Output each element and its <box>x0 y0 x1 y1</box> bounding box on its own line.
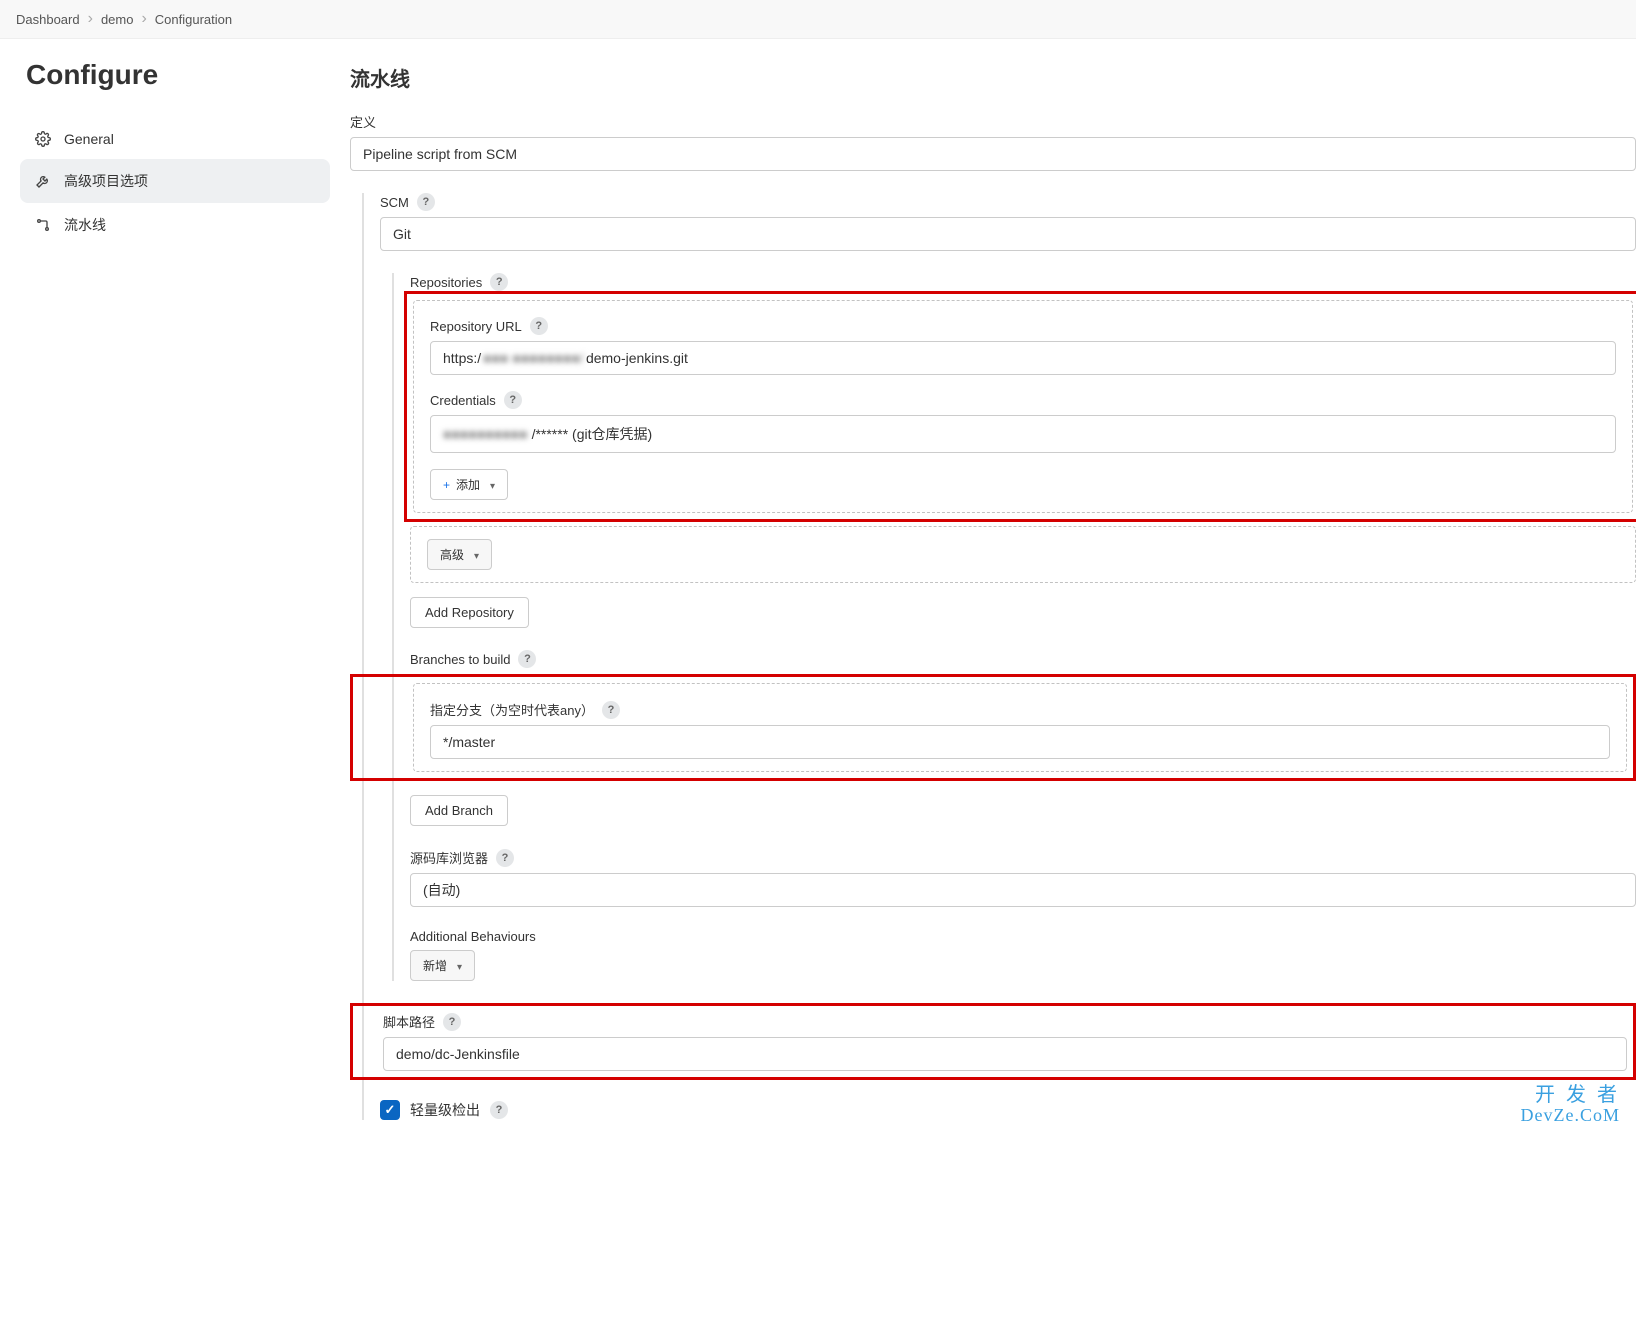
breadcrumb-item[interactable]: demo <box>101 12 134 27</box>
definition-select[interactable]: Pipeline script from SCM <box>350 137 1636 171</box>
help-icon[interactable]: ? <box>490 1101 508 1119</box>
lightweight-checkout-checkbox[interactable]: ✓ <box>380 1100 400 1120</box>
branch-box: 指定分支（为空时代表any） ? <box>413 683 1627 772</box>
definition-label: 定义 <box>350 112 1636 131</box>
highlight-script-path: 脚本路径 ? <box>350 1003 1636 1080</box>
lightweight-checkout-label: 轻量级检出 <box>410 1100 480 1120</box>
help-icon[interactable]: ? <box>518 650 536 668</box>
additional-behaviours-label: Additional Behaviours <box>410 929 536 944</box>
pipeline-icon <box>34 217 52 233</box>
wrench-icon <box>34 173 52 189</box>
section-title: 流水线 <box>350 63 1636 92</box>
repo-url-label: Repository URL <box>430 319 522 334</box>
repository-box: Repository URL ? https:/■■■ ■■■■■■■■/dem… <box>413 300 1633 513</box>
credentials-select[interactable]: ■■■■■■■■■■/****** (git仓库凭据) <box>430 415 1616 453</box>
repo-browser-select[interactable]: (自动) <box>410 873 1636 907</box>
add-branch-button[interactable]: Add Branch <box>410 795 508 826</box>
sidebar: Configure General 高级项目选项 流水线 <box>0 39 340 1166</box>
add-repository-button[interactable]: Add Repository <box>410 597 529 628</box>
add-credentials-button[interactable]: +添加 <box>430 469 508 500</box>
advanced-box: 高级 <box>410 526 1636 583</box>
chevron-right-icon <box>141 10 146 28</box>
breadcrumb: Dashboard demo Configuration <box>0 0 1636 39</box>
sidebar-item-label: 高级项目选项 <box>64 171 148 191</box>
branch-spec-label: 指定分支（为空时代表any） <box>430 700 594 719</box>
chevron-right-icon <box>88 10 93 28</box>
scm-label: SCM <box>380 195 409 210</box>
help-icon[interactable]: ? <box>417 193 435 211</box>
repositories-label: Repositories <box>410 275 482 290</box>
advanced-button[interactable]: 高级 <box>427 539 492 570</box>
sidebar-item-pipeline[interactable]: 流水线 <box>20 203 330 247</box>
sidebar-item-advanced[interactable]: 高级项目选项 <box>20 159 330 203</box>
gear-icon <box>34 131 52 147</box>
sidebar-item-label: 流水线 <box>64 215 106 235</box>
script-path-input[interactable] <box>383 1037 1627 1071</box>
help-icon[interactable]: ? <box>496 849 514 867</box>
page-title: Configure <box>20 59 330 91</box>
chevron-down-icon <box>486 478 495 492</box>
chevron-down-icon <box>470 548 479 562</box>
main-content: 流水线 定义 Pipeline script from SCM SCM ? Gi… <box>340 39 1636 1166</box>
branches-label: Branches to build <box>410 652 510 667</box>
highlight-branch: 指定分支（为空时代表any） ? <box>350 674 1636 781</box>
repository-url-input[interactable]: https:/■■■ ■■■■■■■■/demo-jenkins.git <box>430 341 1616 375</box>
help-icon[interactable]: ? <box>443 1013 461 1031</box>
repo-browser-label: 源码库浏览器 <box>410 848 488 867</box>
help-icon[interactable]: ? <box>504 391 522 409</box>
help-icon[interactable]: ? <box>490 273 508 291</box>
add-behaviour-button[interactable]: 新增 <box>410 950 475 981</box>
chevron-down-icon <box>453 959 462 973</box>
help-icon[interactable]: ? <box>530 317 548 335</box>
credentials-label: Credentials <box>430 393 496 408</box>
sidebar-item-label: General <box>64 131 114 147</box>
scm-select[interactable]: Git <box>380 217 1636 251</box>
breadcrumb-item[interactable]: Dashboard <box>16 12 80 27</box>
help-icon[interactable]: ? <box>602 701 620 719</box>
sidebar-item-general[interactable]: General <box>20 119 330 159</box>
script-path-label: 脚本路径 <box>383 1012 435 1031</box>
branch-spec-input[interactable] <box>430 725 1610 759</box>
breadcrumb-item[interactable]: Configuration <box>155 12 232 27</box>
highlight-repository: Repository URL ? https:/■■■ ■■■■■■■■/dem… <box>404 291 1636 522</box>
